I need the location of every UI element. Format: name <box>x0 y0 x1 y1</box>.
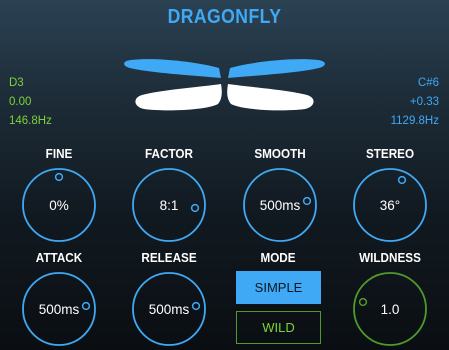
wildness-dial[interactable] <box>335 250 445 350</box>
stereo-value: 36° <box>379 198 401 213</box>
dragonfly-logo-icon <box>124 59 325 111</box>
fine-value: 0% <box>49 198 69 213</box>
fine-dial[interactable] <box>4 146 114 246</box>
release-dial[interactable] <box>114 250 224 350</box>
input-cents: 0.00 <box>9 96 32 108</box>
input-pitch-readout: D3 0.00 146.8Hz <box>9 74 52 131</box>
input-frequency: 146.8Hz <box>9 115 52 127</box>
mode-wild-button[interactable]: WILD <box>236 311 321 344</box>
wildness-value: 1.0 <box>380 302 400 317</box>
wildness-knob[interactable]: WILDNESS 1.0 <box>335 250 445 350</box>
attack-dial[interactable] <box>4 250 114 350</box>
stereo-dial[interactable] <box>335 146 445 246</box>
mode-simple-button[interactable]: SIMPLE <box>236 271 321 304</box>
smooth-knob[interactable]: SMOOTH 500ms <box>225 146 335 246</box>
release-knob[interactable]: RELEASE 500ms <box>114 250 224 350</box>
output-cents: +0.33 <box>409 96 439 108</box>
fine-knob[interactable]: FINE 0% <box>4 146 114 246</box>
attack-value: 500ms <box>38 302 80 317</box>
attack-knob[interactable]: ATTACK 500ms <box>4 250 114 350</box>
release-value: 500ms <box>148 302 190 317</box>
stereo-indicator-dot <box>397 175 407 185</box>
output-pitch-readout: C#6 +0.33 1129.8Hz <box>391 74 439 131</box>
smooth-dial[interactable] <box>225 146 335 246</box>
output-frequency: 1129.8Hz <box>390 115 439 127</box>
fine-indicator-dot <box>54 172 64 182</box>
factor-dial[interactable] <box>114 146 224 246</box>
factor-value: 8:1 <box>159 198 179 213</box>
smooth-value: 500ms <box>259 198 301 213</box>
mode-label: MODE <box>260 250 296 265</box>
stereo-knob[interactable]: STEREO 36° <box>335 146 445 246</box>
input-note: D3 <box>9 77 24 89</box>
output-note: C#6 <box>417 77 439 89</box>
factor-knob[interactable]: FACTOR 8:1 <box>114 146 224 246</box>
